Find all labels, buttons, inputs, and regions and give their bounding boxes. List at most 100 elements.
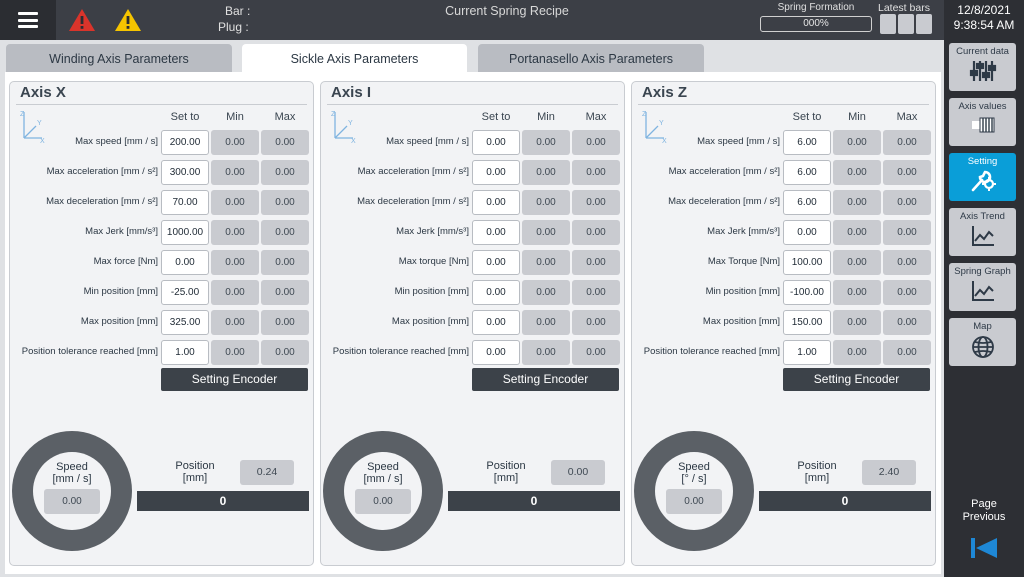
set-value-input[interactable]: 0.00 <box>472 190 520 215</box>
set-value-input[interactable]: 100.00 <box>783 250 831 275</box>
position-bar: 0 <box>759 491 931 511</box>
position-bar: 0 <box>448 491 620 511</box>
axis-title: Axis I <box>331 84 372 101</box>
set-value-input[interactable]: 1000.00 <box>161 220 209 245</box>
setting-encoder-button[interactable]: Setting Encoder <box>161 368 308 391</box>
set-value-input[interactable]: 6.00 <box>783 130 831 155</box>
setting-encoder-button[interactable]: Setting Encoder <box>783 368 930 391</box>
column-header-set: Set to <box>481 111 511 123</box>
sidebar-item-current-data[interactable]: Current data <box>949 43 1016 91</box>
max-value: 0.00 <box>883 250 931 275</box>
speed-gauge: Speed [mm / s] 0.00 <box>12 431 132 551</box>
wrench-gear-icon <box>971 170 996 192</box>
set-value-input[interactable]: 0.00 <box>472 160 520 185</box>
date-time: 12/8/2021 9:38:54 AM <box>944 0 1024 40</box>
sidebar-item-setting[interactable]: Setting <box>949 153 1016 201</box>
parameter-label: Min position [mm] <box>394 286 469 297</box>
parameter-label: Max torque [Nm] <box>398 256 469 267</box>
max-value: 0.00 <box>261 310 309 335</box>
axis-x-panel: Axis X Z Y X Set to Min Max Max speed [mm / … <box>9 81 314 566</box>
tab-content: Axis X Z Y X Set to Min Max Max speed [mm / … <box>5 72 941 574</box>
parameter-label: Max speed [mm / s] <box>386 136 469 147</box>
svg-text:Y: Y <box>659 120 664 127</box>
caution-warning-icon[interactable] <box>114 8 142 32</box>
page-previous-line2: Previous <box>962 511 1006 523</box>
set-value-input[interactable]: -25.00 <box>161 280 209 305</box>
speed-value: 0.00 <box>355 489 411 514</box>
set-value-input[interactable]: -100.00 <box>783 280 831 305</box>
top-bar: Bar : Plug : Current Spring Recipe Sprin… <box>0 0 1024 40</box>
min-value: 0.00 <box>833 160 881 185</box>
svg-text:X: X <box>662 138 667 144</box>
right-sidebar: Current data Axis values Setting Axis Tr… <box>944 40 1024 577</box>
parameter-label: Max force [Nm] <box>93 256 158 267</box>
speed-label: Speed [° / s] <box>655 461 733 485</box>
bar-plug-info: Bar : Plug : <box>218 3 250 35</box>
set-value-input[interactable]: 0.00 <box>783 220 831 245</box>
set-value-input[interactable]: 0.00 <box>472 220 520 245</box>
max-value: 0.00 <box>261 340 309 365</box>
set-value-input[interactable]: 0.00 <box>472 340 520 365</box>
svg-text:Y: Y <box>37 120 42 127</box>
max-value: 0.00 <box>572 280 620 305</box>
hamburger-icon <box>18 12 38 28</box>
axis-z-panel: Axis Z Z Y X Set to Min Max Max speed [mm / … <box>631 81 936 566</box>
speed-label-line1: Speed <box>56 461 88 473</box>
sidebar-item-label: Current data <box>956 46 1009 57</box>
max-value: 0.00 <box>261 160 309 185</box>
max-value: 0.00 <box>261 280 309 305</box>
max-value: 0.00 <box>883 340 931 365</box>
max-value: 0.00 <box>261 190 309 215</box>
min-value: 0.00 <box>833 310 881 335</box>
set-value-input[interactable]: 1.00 <box>783 340 831 365</box>
sidebar-item-axis-values[interactable]: Axis values <box>949 98 1016 146</box>
set-value-input[interactable]: 6.00 <box>783 160 831 185</box>
latest-bar-2 <box>898 14 914 34</box>
alarm-warning-icon[interactable] <box>68 8 96 32</box>
set-value-input[interactable]: 200.00 <box>161 130 209 155</box>
parameter-label: Min position [mm] <box>83 286 158 297</box>
graph-chart-icon <box>971 281 994 301</box>
coordinate-axes-icon: Z Y X <box>642 111 667 144</box>
set-value-input[interactable]: 0.00 <box>161 250 209 275</box>
axis-title: Axis X <box>20 84 66 101</box>
sidebar-item-spring-graph[interactable]: Spring Graph <box>949 263 1016 311</box>
sidebar-item-axis-trend[interactable]: Axis Trend <box>949 208 1016 256</box>
min-value: 0.00 <box>522 340 570 365</box>
bar-label: Bar : <box>225 4 251 18</box>
min-value: 0.00 <box>522 130 570 155</box>
set-value-input[interactable]: 300.00 <box>161 160 209 185</box>
max-value: 0.00 <box>883 280 931 305</box>
tab-portanasello-axis[interactable]: Portanasello Axis Parameters <box>478 44 704 72</box>
set-value-input[interactable]: 0.00 <box>472 130 520 155</box>
tab-sickle-axis[interactable]: Sickle Axis Parameters <box>242 44 467 72</box>
column-header-min: Min <box>848 111 866 123</box>
divider <box>327 104 618 105</box>
column-header-max: Max <box>896 111 918 123</box>
position-label-line2: [mm] <box>182 472 208 484</box>
min-value: 0.00 <box>833 340 881 365</box>
set-value-input[interactable]: 0.00 <box>472 280 520 305</box>
set-value-input[interactable]: 0.00 <box>472 310 520 335</box>
min-value: 0.00 <box>211 160 259 185</box>
parameter-label: Position tolerance reached [mm] <box>332 346 469 357</box>
parameter-label: Max acceleration [mm / s²] <box>357 166 469 177</box>
set-value-input[interactable]: 1.00 <box>161 340 209 365</box>
max-value: 0.00 <box>883 310 931 335</box>
set-value-input[interactable]: 70.00 <box>161 190 209 215</box>
divider <box>638 104 929 105</box>
sidebar-item-map[interactable]: Map <box>949 318 1016 366</box>
setting-encoder-button[interactable]: Setting Encoder <box>472 368 619 391</box>
coordinate-axes-icon: Z Y X <box>331 111 356 144</box>
page-title: Current Spring Recipe <box>445 4 569 18</box>
min-value: 0.00 <box>833 280 881 305</box>
set-value-input[interactable]: 6.00 <box>783 190 831 215</box>
set-value-input[interactable]: 0.00 <box>472 250 520 275</box>
tab-winding-axis[interactable]: Winding Axis Parameters <box>6 44 232 72</box>
page-previous-icon[interactable] <box>969 537 999 559</box>
menu-button[interactable] <box>0 0 56 40</box>
set-value-input[interactable]: 150.00 <box>783 310 831 335</box>
set-value-input[interactable]: 325.00 <box>161 310 209 335</box>
max-value: 0.00 <box>572 340 620 365</box>
sidebar-item-label: Map <box>973 321 992 332</box>
